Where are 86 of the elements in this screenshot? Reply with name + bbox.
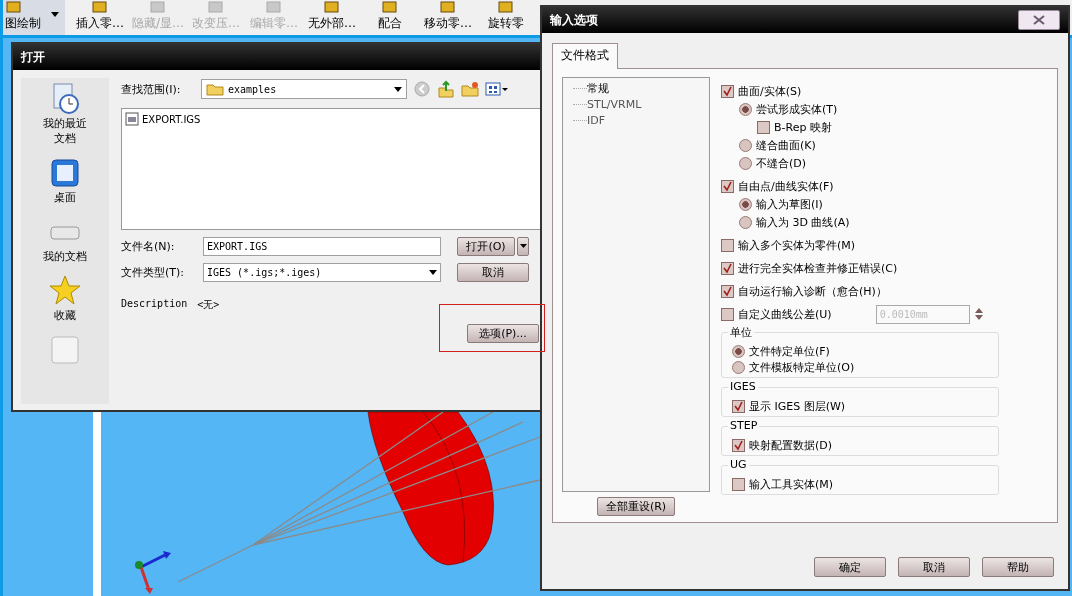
radio-button[interactable] (739, 156, 752, 170)
up-folder-icon[interactable] (437, 80, 455, 98)
checkbox[interactable] (721, 284, 734, 298)
description-label: Description (121, 298, 188, 311)
toolbar-button[interactable]: 移动零… (419, 0, 477, 35)
tree-item[interactable]: IDF (587, 113, 606, 127)
file-name-field[interactable]: EXPORT.IGS (203, 236, 441, 256)
checkbox[interactable] (757, 120, 770, 134)
place-item[interactable]: 桌面 (30, 156, 100, 205)
option-label: 尝试形成实体(T) (756, 101, 838, 117)
checkbox[interactable] (721, 84, 734, 98)
caret-icon (429, 269, 437, 275)
radio-button[interactable] (739, 102, 752, 116)
tree-item[interactable]: STL/VRML (587, 97, 642, 111)
axis-triad-icon (135, 551, 171, 594)
description-value: <无> (197, 298, 220, 312)
open-button[interactable]: 打开(O) (457, 236, 515, 256)
option-label: 不缝合(D) (756, 155, 807, 171)
close-button[interactable] (1018, 10, 1060, 30)
option-label: 显示 IGES 图层(W) (749, 398, 846, 414)
option-label: 输入多个实体为零件(M) (738, 237, 856, 253)
look-in-label: 查找范围(I): (121, 81, 182, 97)
toolbar-button[interactable]: 配合 (361, 0, 419, 35)
close-icon (1033, 15, 1045, 25)
option-label: 输入为草图(I) (756, 196, 823, 212)
tab[interactable]: 文件格式 (552, 43, 618, 69)
option-label: 自由点/曲线实体(F) (738, 178, 834, 194)
caret-icon (519, 244, 527, 248)
document-icon (125, 112, 139, 126)
window-title: 输入选项 (550, 11, 598, 29)
place-item[interactable]: 我的文档 (30, 215, 100, 264)
checkbox[interactable] (732, 399, 745, 413)
look-in-dropdown[interactable]: examples (201, 79, 407, 99)
checkbox[interactable] (721, 179, 734, 193)
radio-button[interactable] (732, 344, 745, 358)
option-label: 曲面/实体(S) (738, 83, 802, 99)
radio-button[interactable] (739, 138, 752, 152)
place-item[interactable]: 我的最近文档 (30, 82, 100, 146)
group-title: STEP (728, 419, 760, 432)
caret-icon (51, 12, 59, 17)
toolbar-button[interactable]: 旋转零 (477, 0, 535, 35)
checkbox[interactable] (732, 477, 745, 491)
file-item[interactable]: EXPORT.IGS (125, 112, 537, 126)
option-label: 进行完全实体检查并修正错误(C) (738, 260, 898, 276)
option-label: 映射配置数据(D) (749, 437, 833, 453)
desktop-icon (48, 156, 82, 190)
toolbar-button[interactable]: 无外部… (303, 0, 361, 35)
place-item[interactable]: 收藏 (30, 274, 100, 323)
radio-button[interactable] (739, 197, 752, 211)
folder-icon (206, 82, 224, 96)
group-title: IGES (728, 380, 758, 393)
option-label: 自动运行输入诊断（愈合(H)） (738, 283, 887, 299)
option-label: 输入为 3D 曲线(A) (756, 214, 850, 230)
option-label: 文件特定单位(F) (749, 343, 830, 359)
view-menu-icon[interactable] (485, 80, 509, 98)
option-label: 自定义曲线公差(U) (738, 306, 832, 322)
file-name-label: 文件名(N): (121, 238, 176, 254)
file-type-dropdown[interactable]: IGES (*.igs;*.iges) (203, 262, 441, 282)
option-label: 文件模板特定单位(O) (749, 359, 855, 375)
checkbox[interactable] (721, 238, 734, 252)
option-label: B-Rep 映射 (774, 119, 832, 135)
caret-icon (394, 86, 402, 92)
reset-all-button[interactable]: 全部重设(R) (597, 497, 675, 516)
radio-button[interactable] (732, 360, 745, 374)
options-button[interactable]: 选项(P)... (467, 324, 539, 343)
spinner-control[interactable] (973, 306, 984, 322)
tree-item[interactable]: 常规 (587, 80, 609, 96)
radio-button[interactable] (739, 215, 752, 229)
new-folder-icon[interactable] (461, 80, 479, 98)
cancel-button[interactable]: 取消 (457, 262, 529, 282)
checkbox[interactable] (721, 261, 734, 275)
group-title: 单位 (728, 325, 754, 340)
option-label: 输入工具实体(M) (749, 476, 834, 492)
group-title: UG (728, 458, 749, 471)
checkbox[interactable] (732, 438, 745, 452)
device-icon (48, 333, 82, 367)
dialog-button[interactable]: 取消 (898, 557, 970, 577)
open-dropdown-button[interactable] (517, 236, 529, 256)
star-icon (48, 274, 82, 308)
file-type-label: 文件类型(T): (121, 264, 185, 280)
toolbar-button[interactable]: 图绘制 (3, 0, 65, 35)
dialog-button[interactable]: 确定 (814, 557, 886, 577)
option-label: 缝合曲面(K) (756, 137, 816, 153)
toolbar-button[interactable]: 插入零… (71, 0, 129, 35)
checkbox[interactable] (721, 307, 734, 321)
dialog-button[interactable]: 帮助 (982, 557, 1054, 577)
